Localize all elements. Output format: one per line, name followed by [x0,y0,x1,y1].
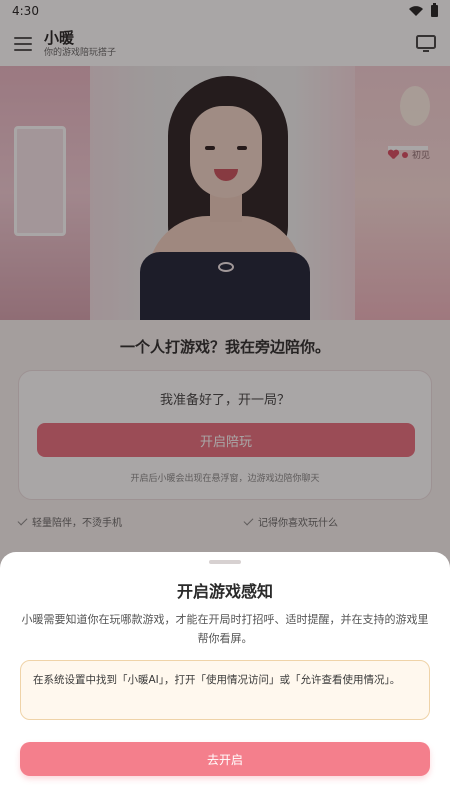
drag-handle[interactable] [209,560,241,564]
settings-hint: 在系统设置中找到「小暖AI」，打开「使用情况访问」或「允许查看使用情况」。 [20,660,430,720]
sheet-title: 开启游戏感知 [176,582,273,601]
sheet-description: 小暖需要知道你在玩哪款游戏，才能在开局时打招呼、适时提醒，并在支持的游戏里帮你看… [21,613,429,645]
go-enable-button[interactable]: 去开启 [20,742,430,776]
permission-bottom-sheet: 开启游戏感知 小暖需要知道你在玩哪款游戏，才能在开局时打招呼、适时提醒，并在支持… [0,552,450,800]
